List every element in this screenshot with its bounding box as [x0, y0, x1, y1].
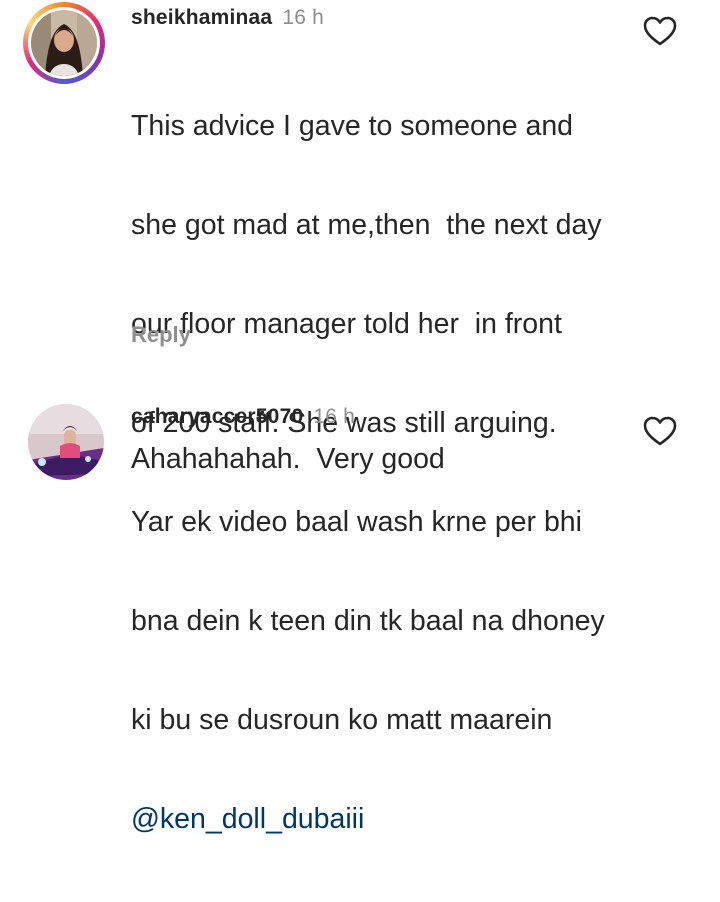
avatar — [31, 10, 97, 76]
comment-header: caharyaccer5070 16 h — [131, 405, 355, 429]
comment-line: bna dein k teen din tk baal na dhoney — [131, 605, 605, 637]
comment-header: sheikhaminaa 16 h — [131, 6, 324, 30]
comment-line: ki bu se dusroun ko matt maarein — [131, 704, 553, 736]
comment-line: This advice I gave to someone and — [131, 110, 574, 142]
comment-body: Ahahahahah. Very good — [131, 443, 445, 475]
heart-outline-icon[interactable] — [642, 415, 678, 447]
avatar-story-ring[interactable] — [23, 2, 105, 84]
avatar-frame — [28, 7, 100, 79]
username[interactable]: sheikhaminaa — [131, 6, 272, 29]
timestamp: 16 h — [313, 405, 356, 428]
comment-line: our floor manager told her in front — [131, 308, 562, 340]
reply-button[interactable]: Reply — [131, 322, 191, 348]
mention-link[interactable]: @ken_doll_dubaiii — [131, 803, 605, 836]
comment-line: Yar ek video baal wash krne per bhi — [131, 506, 582, 538]
timestamp: 16 h — [282, 6, 324, 29]
comment-line: she got mad at me,then the next day — [131, 209, 602, 241]
heart-outline-icon[interactable] — [642, 15, 678, 47]
avatar[interactable] — [28, 404, 104, 480]
username[interactable]: caharyaccer5070 — [131, 405, 303, 428]
